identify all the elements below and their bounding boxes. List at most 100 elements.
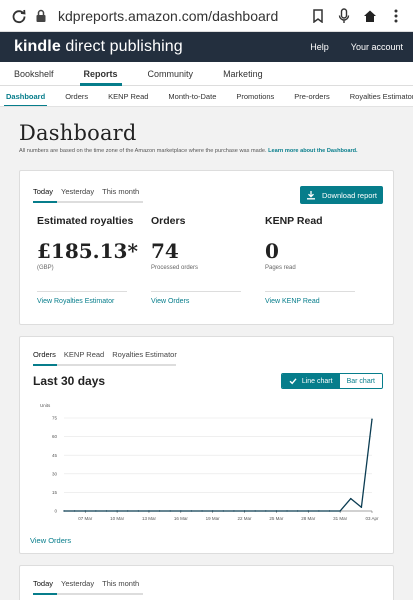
metric-divider: [151, 291, 241, 292]
data-point: [169, 510, 171, 512]
nav-marketing[interactable]: Marketing: [223, 69, 263, 85]
download-icon: [306, 191, 315, 200]
chart-type-toggle: Line chart Bar chart: [280, 373, 383, 389]
x-tick-label: 10 Mar: [110, 516, 125, 521]
chart-tab-underline: [33, 364, 176, 366]
data-point: [275, 510, 278, 512]
page-content: Dashboard All numbers are based on the t…: [0, 121, 413, 600]
data-point: [105, 510, 108, 512]
nav-bookshelf[interactable]: Bookshelf: [14, 69, 54, 85]
subnav-dashboard[interactable]: Dashboard: [3, 86, 48, 106]
view-orders-link[interactable]: View Orders: [151, 298, 265, 305]
line-chart-button[interactable]: Line chart: [281, 374, 340, 388]
summary-card: Today Yesterday This month Download repo…: [19, 170, 394, 325]
data-point: [265, 510, 267, 512]
bookmark-icon[interactable]: [307, 5, 329, 27]
bottom-tabs: Today Yesterday This month: [33, 579, 380, 593]
metric-heading: Orders: [151, 215, 186, 227]
x-tick-label: 28 Mar: [301, 516, 316, 521]
subnav-royalties-estimator[interactable]: Royalties Estimator: [350, 86, 413, 106]
tab-today[interactable]: Today: [33, 579, 53, 593]
subnav-month-to-date[interactable]: Month-to-Date: [168, 86, 216, 106]
metric-value: £185.13*: [37, 239, 138, 263]
home-icon[interactable]: [359, 5, 381, 27]
x-tick-label: 19 Mar: [206, 516, 221, 521]
microphone-icon[interactable]: [333, 5, 355, 27]
data-point: [286, 510, 288, 512]
url-text[interactable]: kdpreports.amazon.com/dashboard: [58, 8, 301, 24]
tab-this-month[interactable]: This month: [102, 187, 139, 201]
view-orders-chart-link[interactable]: View Orders: [30, 536, 71, 545]
view-royalties-estimator-link[interactable]: View Royalties Estimator: [37, 298, 151, 305]
metric-heading: KENP Read: [265, 215, 323, 227]
data-point: [190, 510, 193, 512]
download-report-button[interactable]: Download report: [299, 186, 383, 204]
data-point: [360, 506, 363, 508]
data-point: [222, 510, 225, 512]
account-link[interactable]: Your account: [351, 42, 403, 52]
metric-orders: Orders 74 Processed orders View Orders: [151, 215, 265, 305]
subnav-orders[interactable]: Orders: [65, 86, 88, 106]
main-nav: Bookshelf Reports Community Marketing: [0, 62, 413, 86]
data-point: [350, 497, 352, 500]
tab-yesterday[interactable]: Yesterday: [61, 187, 94, 201]
page-title: Dashboard: [19, 121, 137, 145]
data-point: [339, 510, 341, 512]
tab-yesterday[interactable]: Yesterday: [61, 579, 94, 593]
metric-divider: [37, 291, 127, 292]
data-point: [63, 510, 65, 512]
bar-chart-button[interactable]: Bar chart: [339, 374, 382, 388]
tab-today[interactable]: Today: [33, 187, 53, 201]
help-link[interactable]: Help: [310, 42, 329, 52]
x-tick-label: 22 Mar: [238, 516, 253, 521]
metric-sublabel: Processed orders: [151, 265, 199, 271]
bottom-summary-card: Today Yesterday This month: [19, 565, 394, 600]
kdp-logo[interactable]: kindle direct publishing: [14, 38, 183, 56]
nav-community[interactable]: Community: [148, 69, 194, 85]
data-point: [233, 510, 235, 512]
bottom-tab-underline: [33, 593, 143, 595]
data-point: [116, 510, 118, 512]
summary-metrics: Estimated royalties £185.13* (GBP) View …: [20, 215, 393, 305]
orders-line-chart: Units 0 15 30 45 60 75 07 Mar 10 Mar 13 Mar 16 Mar…: [40, 403, 379, 521]
tab-this-month[interactable]: This month: [102, 579, 139, 593]
data-point: [84, 510, 86, 512]
learn-more-link[interactable]: Learn more about the Dashboard.: [268, 148, 358, 154]
metric-value: 0: [265, 239, 279, 263]
x-tick-label: 03 Apr: [365, 516, 379, 521]
tab-orders[interactable]: Orders: [33, 350, 56, 364]
y-tick-label: 30: [52, 471, 58, 476]
x-tick-label: 16 Mar: [174, 516, 189, 521]
data-point: [296, 510, 299, 512]
page-note: All numbers are based on the time zone o…: [19, 148, 358, 154]
view-kenp-read-link[interactable]: View KENP Read: [265, 298, 379, 305]
data-point: [371, 418, 373, 420]
subnav-kenp-read[interactable]: KENP Read: [108, 86, 148, 106]
data-point: [254, 510, 256, 512]
summary-tab-underline: [33, 201, 143, 203]
y-tick-label: 0: [54, 509, 57, 514]
reload-icon[interactable]: [8, 5, 30, 27]
x-tick-label: 31 Mar: [333, 516, 348, 521]
tab-royalties-estimator[interactable]: Royalties Estimator: [112, 350, 177, 364]
data-point: [73, 510, 76, 512]
subnav-promotions[interactable]: Promotions: [236, 86, 274, 106]
metric-value: 74: [151, 239, 179, 263]
orders-series-line: [64, 419, 373, 512]
tab-kenp-read[interactable]: KENP Read: [64, 350, 104, 364]
more-vert-icon[interactable]: [385, 5, 407, 27]
data-point: [148, 510, 150, 512]
data-point: [211, 510, 214, 512]
subnav-pre-orders[interactable]: Pre-orders: [294, 86, 329, 106]
metric-sublabel: Pages read: [265, 265, 296, 271]
nav-reports[interactable]: Reports: [79, 69, 122, 86]
check-icon: [289, 378, 297, 385]
metric-divider: [265, 291, 355, 292]
x-tick-label: 25 Mar: [269, 516, 284, 521]
data-point: [201, 510, 203, 512]
y-tick-label: 15: [52, 490, 58, 495]
data-point: [243, 510, 246, 512]
data-point: [307, 510, 309, 512]
data-point: [328, 510, 331, 512]
metric-heading: Estimated royalties: [37, 215, 134, 227]
